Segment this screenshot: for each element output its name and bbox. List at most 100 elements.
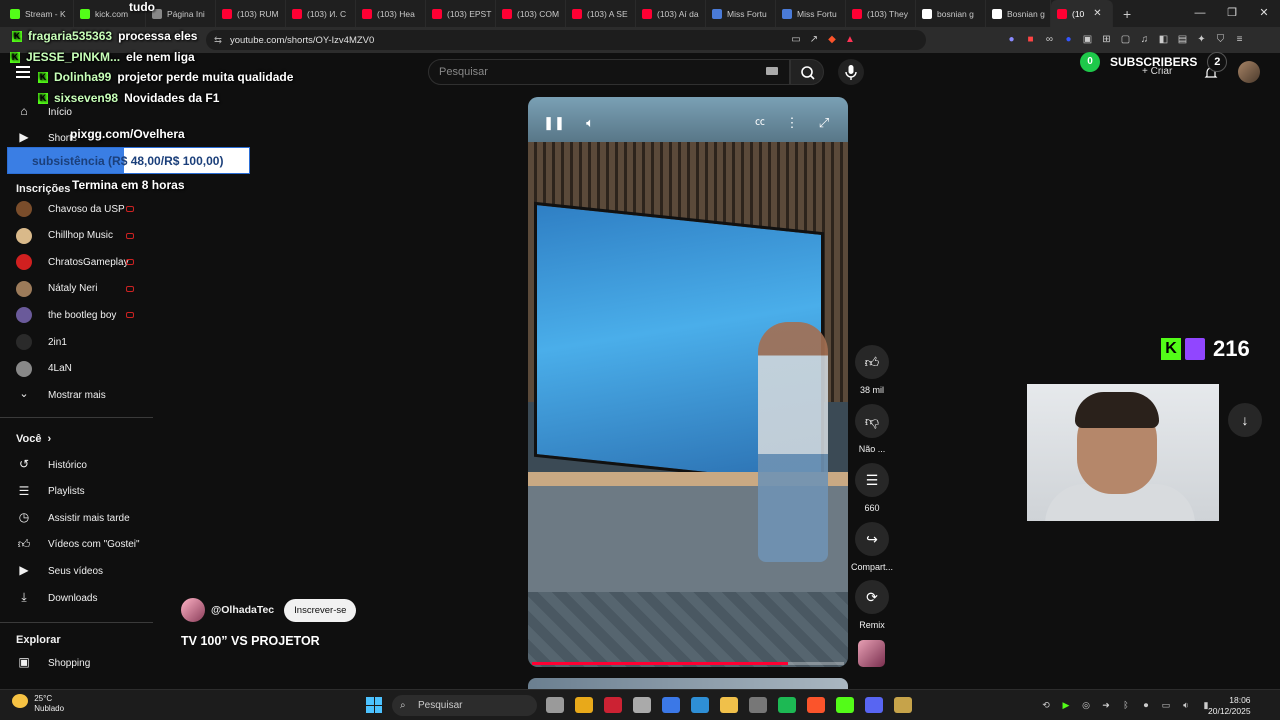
extension-icon[interactable]: ● xyxy=(1005,33,1018,46)
browser-tab[interactable]: Bosnian g xyxy=(986,0,1051,27)
section-header-you[interactable]: Você › xyxy=(16,433,51,445)
restore-icon[interactable]: ❐ xyxy=(1216,0,1248,27)
extension-icon[interactable]: ▢ xyxy=(1119,33,1132,46)
browser-tab[interactable]: Página Ini xyxy=(146,0,216,27)
browser-tab[interactable]: (10 ✕ xyxy=(1051,0,1113,27)
fullscreen-icon[interactable]: ⤢ xyxy=(810,109,838,137)
next-short-button[interactable]: ↓ xyxy=(1228,403,1262,437)
close-tab-icon[interactable]: ✕ xyxy=(1093,8,1101,19)
wallet-icon[interactable]: ▤ xyxy=(1176,33,1189,46)
media-control-icon[interactable]: ♫ xyxy=(1138,33,1151,46)
extension-icon[interactable]: ● xyxy=(1062,33,1075,46)
browser-tab[interactable]: (103) COM xyxy=(496,0,566,27)
browser-tab[interactable]: Miss Fortu xyxy=(706,0,776,27)
browser-tab[interactable]: Stream - K xyxy=(4,0,74,27)
taskbar-app-icon[interactable] xyxy=(575,697,593,713)
more-options-icon[interactable]: ⋮ xyxy=(778,109,806,137)
sidebar-item[interactable]: ▶ Seus vídeos xyxy=(0,558,153,584)
taskbar-app-icon[interactable] xyxy=(865,697,883,713)
leo-icon[interactable]: ✦ xyxy=(1195,33,1208,46)
keyboard-icon[interactable] xyxy=(766,67,778,75)
show-more-button[interactable]: ⌄ Mostrar mais xyxy=(0,382,153,408)
share-arrow-icon[interactable]: ↪ xyxy=(855,522,889,556)
browser-tab[interactable]: (103) И. С xyxy=(286,0,356,27)
remix-icon[interactable]: ⟳ xyxy=(855,580,889,614)
like-action[interactable]: 👍︎ 38 mil xyxy=(851,345,893,395)
volume-icon[interactable]: 🔈︎ xyxy=(576,109,604,137)
captions-icon[interactable]: ㏄ xyxy=(746,109,774,137)
like-icon[interactable]: 👍︎ xyxy=(855,345,889,379)
browser-tab[interactable]: (103) EPST xyxy=(426,0,496,27)
sidebar-item[interactable]: ▣ Shopping xyxy=(0,650,153,676)
browser-tab[interactable]: (103) RUM xyxy=(216,0,286,27)
subscribe-button[interactable]: Inscrever-se xyxy=(284,598,357,622)
bluetooth-icon[interactable]: ᛒ xyxy=(1120,699,1132,711)
browser-tab[interactable]: Miss Fortu xyxy=(776,0,846,27)
vpn-icon[interactable]: ⛉ xyxy=(1214,33,1227,46)
minimize-icon[interactable]: — xyxy=(1184,0,1216,27)
taskbar-app-icon[interactable] xyxy=(836,697,854,713)
sidebar-item[interactable]: ⤓ Downloads xyxy=(0,585,153,611)
share-icon[interactable]: ↗ xyxy=(808,34,820,46)
comment-icon[interactable]: ☰ xyxy=(855,463,889,497)
short-video-player[interactable]: ❚❚ 🔈︎ ㏄ ⋮ ⤢ xyxy=(528,97,848,667)
taskbar-app-icon[interactable] xyxy=(894,697,912,713)
dislike-action[interactable]: 👎︎ Não ... xyxy=(851,404,893,454)
taskbar-app-icon[interactable] xyxy=(546,697,564,713)
hamburger-menu-icon[interactable] xyxy=(16,66,30,78)
network-icon[interactable]: ▭ xyxy=(1160,699,1172,711)
search-button[interactable] xyxy=(790,59,824,85)
taskbar-app-icon[interactable] xyxy=(807,697,825,713)
volume-icon[interactable]: 🔉︎ xyxy=(1180,699,1192,711)
sync-icon[interactable]: ⟲ xyxy=(1040,699,1052,711)
brave-rewards-icon[interactable]: ▲ xyxy=(844,34,856,46)
voice-search-button[interactable] xyxy=(838,59,864,85)
microphone-icon[interactable]: ⏺ xyxy=(1140,699,1152,711)
taskbar-app-icon[interactable] xyxy=(778,697,796,713)
sidebar-item-channel[interactable]: Nátaly Neri xyxy=(0,276,153,302)
sound-thumbnail[interactable] xyxy=(858,640,885,667)
app-tray-icon[interactable]: ◎ xyxy=(1080,699,1092,711)
brave-shield-icon[interactable]: ◆ xyxy=(826,34,838,46)
site-info-icon[interactable]: ⇆ xyxy=(214,35,222,46)
extension-icon[interactable]: ▣ xyxy=(1081,33,1094,46)
channel-handle[interactable]: @OlhadaTec xyxy=(211,604,274,616)
taskbar-app-icon[interactable] xyxy=(720,697,738,713)
browser-tab[interactable]: bosnian g xyxy=(916,0,986,27)
sidebar-item-channel[interactable]: Chillhop Music xyxy=(0,223,153,249)
browser-tab[interactable]: (103) Aí da xyxy=(636,0,706,27)
close-icon[interactable]: ✕ xyxy=(1248,0,1280,27)
search-input[interactable]: Pesquisar xyxy=(428,59,790,85)
taskbar-app-icon[interactable] xyxy=(633,697,651,713)
start-icon[interactable] xyxy=(366,697,382,713)
sidebar-item-channel[interactable]: ChratosGameplay xyxy=(0,249,153,275)
channel-avatar[interactable] xyxy=(181,598,205,622)
browser-tab[interactable]: (103) They xyxy=(846,0,916,27)
browser-tab[interactable]: (103) A SE xyxy=(566,0,636,27)
sidebar-item-channel[interactable]: 4LaN xyxy=(0,356,153,382)
comments-action[interactable]: ☰ 660 xyxy=(851,463,893,513)
sidebar-item[interactable]: 👍︎ Vídeos com "Gostei" xyxy=(0,532,153,558)
play-icon[interactable]: ▶ xyxy=(1060,699,1072,711)
weather-widget[interactable]: 25°C Nublado xyxy=(12,694,64,714)
arrow-tray-icon[interactable]: ➜ xyxy=(1100,699,1112,711)
taskbar-app-icon[interactable] xyxy=(691,697,709,713)
extension-icon[interactable]: ■ xyxy=(1024,33,1037,46)
new-tab-icon[interactable]: + xyxy=(1113,6,1141,22)
sidebar-item-channel[interactable]: the bootleg boy xyxy=(0,302,153,328)
address-bar[interactable]: ⇆ youtube.com/shorts/OY-Izv4MZV0 ▭ ↗ ◆ ▲ xyxy=(206,30,926,50)
sidebar-item-channel[interactable]: 2in1 xyxy=(0,329,153,355)
share-action[interactable]: ↪ Compart... xyxy=(851,522,893,572)
menu-icon[interactable]: ≡ xyxy=(1233,33,1246,46)
sidebar-icon[interactable]: ◧ xyxy=(1157,33,1170,46)
sidebar-item[interactable]: ↺ Histórico xyxy=(0,452,153,478)
extension-icon[interactable]: ⊞ xyxy=(1100,33,1113,46)
browser-tab[interactable]: (103) Hea xyxy=(356,0,426,27)
taskbar-clock[interactable]: 18:06 20/12/2025 xyxy=(1208,695,1251,717)
section-header-subscriptions[interactable]: Inscrições xyxy=(16,183,70,195)
short-title[interactable]: TV 100” VS PROJETOR xyxy=(181,634,320,648)
account-avatar[interactable] xyxy=(1238,61,1260,83)
taskbar-app-icon[interactable] xyxy=(604,697,622,713)
remix-action[interactable]: ⟳ Remix xyxy=(851,580,893,630)
video-progress-bar[interactable] xyxy=(532,662,844,665)
